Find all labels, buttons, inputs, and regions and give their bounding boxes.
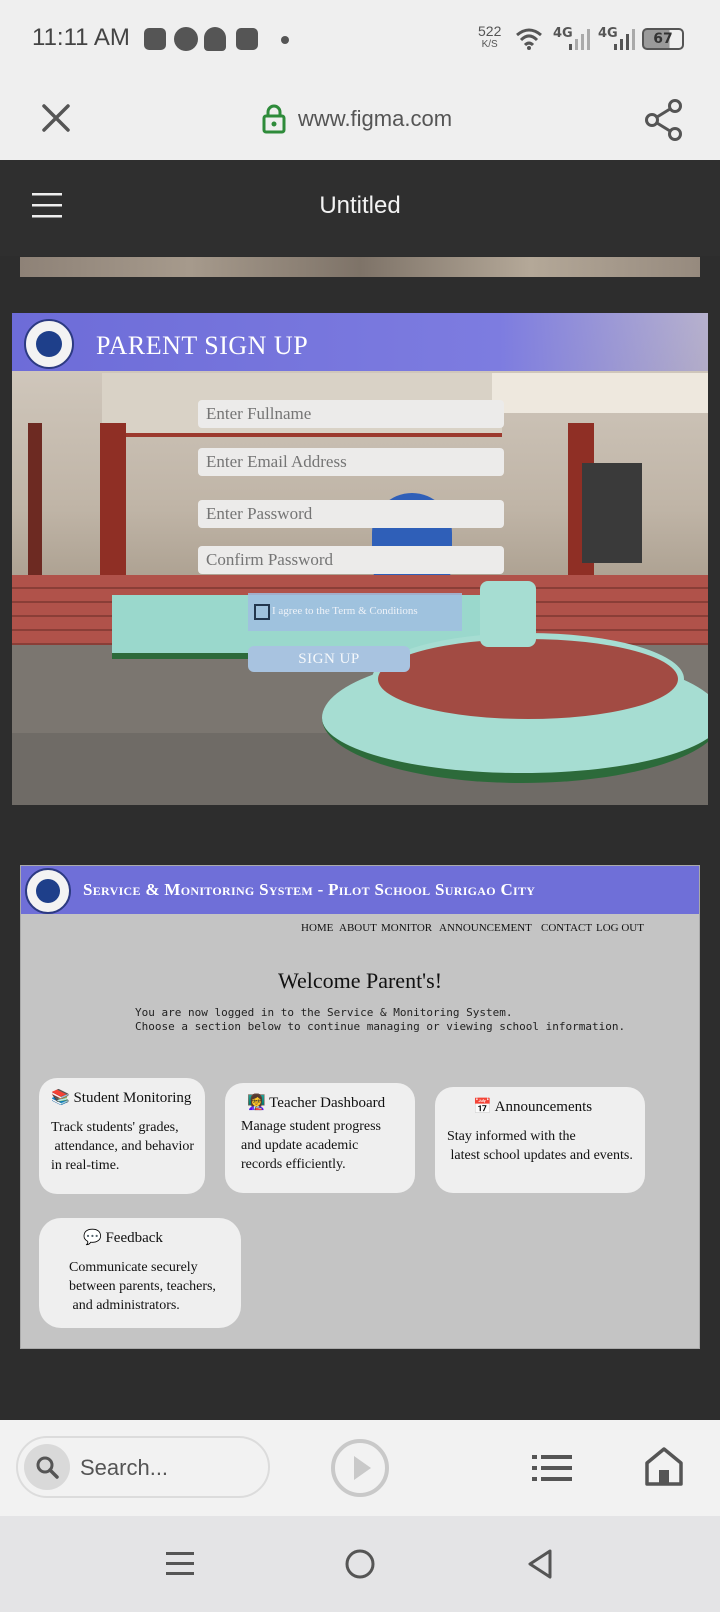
messenger-icon: [174, 27, 198, 51]
network-speed: 522 K/S: [478, 24, 501, 52]
fountain-pillar: [480, 581, 536, 647]
previous-frame-image: [20, 257, 700, 277]
building-roof: [492, 373, 708, 413]
search-icon-bg: [24, 1444, 70, 1490]
nav-logout[interactable]: LOG OUT: [596, 922, 644, 934]
play-icon[interactable]: [330, 1438, 390, 1498]
search-placeholder: Search...: [80, 1455, 169, 1480]
speed-unit: K/S: [481, 39, 498, 50]
card-body: Communicate securely between parents, te…: [69, 1260, 216, 1313]
calendar-icon: 📅: [473, 1099, 492, 1115]
wifi-icon: [516, 28, 542, 50]
nav-home[interactable]: HOME: [301, 922, 333, 934]
search-icon: [36, 1456, 59, 1479]
school-logo: [24, 319, 74, 369]
signal-icon: [569, 29, 590, 50]
url-text[interactable]: www.figma.com: [298, 106, 452, 132]
card-body: Stay informed with the latest school upd…: [447, 1129, 633, 1163]
fullname-input[interactable]: [198, 400, 504, 428]
clock: 11:11 AM: [32, 24, 130, 51]
list-icon[interactable]: [532, 1454, 572, 1482]
snapchat-icon: [204, 27, 226, 51]
school-logo: [25, 868, 71, 914]
lock-icon: [262, 104, 286, 134]
app-notification-icon: [144, 28, 166, 50]
figma-bottom-toolbar: Search...: [0, 1420, 720, 1516]
nav-about[interactable]: ABOUT: [339, 922, 377, 934]
card-teacher-dashboard[interactable]: 👩‍🏫 Teacher Dashboard Manage student pro…: [225, 1083, 415, 1193]
terms-agreement: I agree to the Term & Conditions: [248, 593, 462, 631]
building-door: [582, 463, 642, 563]
home-icon[interactable]: [644, 1446, 684, 1486]
password-input[interactable]: [198, 500, 504, 528]
file-title: Untitled: [319, 192, 401, 219]
card-title: Student Monitoring: [73, 1090, 192, 1106]
nav-monitor[interactable]: MONITOR: [381, 922, 432, 934]
email-input[interactable]: [198, 448, 504, 476]
card-body: Manage student progress and update acade…: [241, 1119, 381, 1172]
discord-icon: [236, 28, 258, 50]
browser-url-bar: www.figma.com: [0, 80, 720, 160]
share-icon[interactable]: [644, 98, 684, 142]
battery-icon: 67: [642, 28, 684, 50]
speed-value: 522: [478, 23, 502, 39]
dashboard-title: Service & Monitoring System - Pilot Scho…: [83, 880, 536, 899]
back-icon[interactable]: [526, 1548, 554, 1580]
books-icon: 📚: [51, 1090, 70, 1106]
terms-label: I agree to the Term & Conditions: [272, 605, 418, 617]
close-icon[interactable]: [40, 102, 72, 134]
nav-contact[interactable]: CONTACT: [541, 922, 592, 934]
card-title: Feedback: [105, 1230, 163, 1246]
card-student-monitoring[interactable]: 📚 Student Monitoring Track students' gra…: [39, 1078, 205, 1194]
welcome-heading: Welcome Parent's!: [277, 968, 443, 993]
terms-checkbox[interactable]: [254, 604, 270, 620]
signup-title: PARENT SIGN UP: [96, 331, 309, 360]
more-notifications-icon: [281, 36, 289, 44]
speech-bubble-icon: 💬: [83, 1230, 102, 1246]
nav-announcement[interactable]: ANNOUNCEMENT: [439, 922, 532, 934]
card-title: Teacher Dashboard: [269, 1095, 386, 1111]
recent-apps-icon[interactable]: [166, 1550, 194, 1578]
home-circle-icon[interactable]: [344, 1548, 376, 1580]
figma-header: Untitled: [0, 160, 720, 256]
welcome-intro: You are now logged in to the Service & M…: [135, 1006, 626, 1033]
parent-signup-frame: PARENT SIGN UP I agree to the Term & Con…: [12, 313, 708, 805]
card-body: Track students' grades, attendance, and …: [51, 1120, 195, 1173]
parent-dashboard-frame: Service & Monitoring System - Pilot Scho…: [20, 865, 700, 1349]
card-title: Announcements: [494, 1099, 593, 1115]
status-bar: 11:11 AM 522 K/S 4G 4G 67: [0, 0, 720, 80]
search-bar[interactable]: Search...: [16, 1436, 270, 1498]
card-feedback[interactable]: 💬 Feedback Communicate securely between …: [39, 1218, 241, 1328]
android-navigation-bar: [0, 1516, 720, 1612]
confirm-password-input[interactable]: [198, 546, 504, 574]
card-announcements[interactable]: 📅 Announcements Stay informed with the l…: [435, 1087, 645, 1193]
signal-icon: [614, 29, 635, 50]
signup-button[interactable]: SIGN UP: [248, 646, 410, 672]
teacher-icon: 👩‍🏫: [247, 1095, 266, 1111]
